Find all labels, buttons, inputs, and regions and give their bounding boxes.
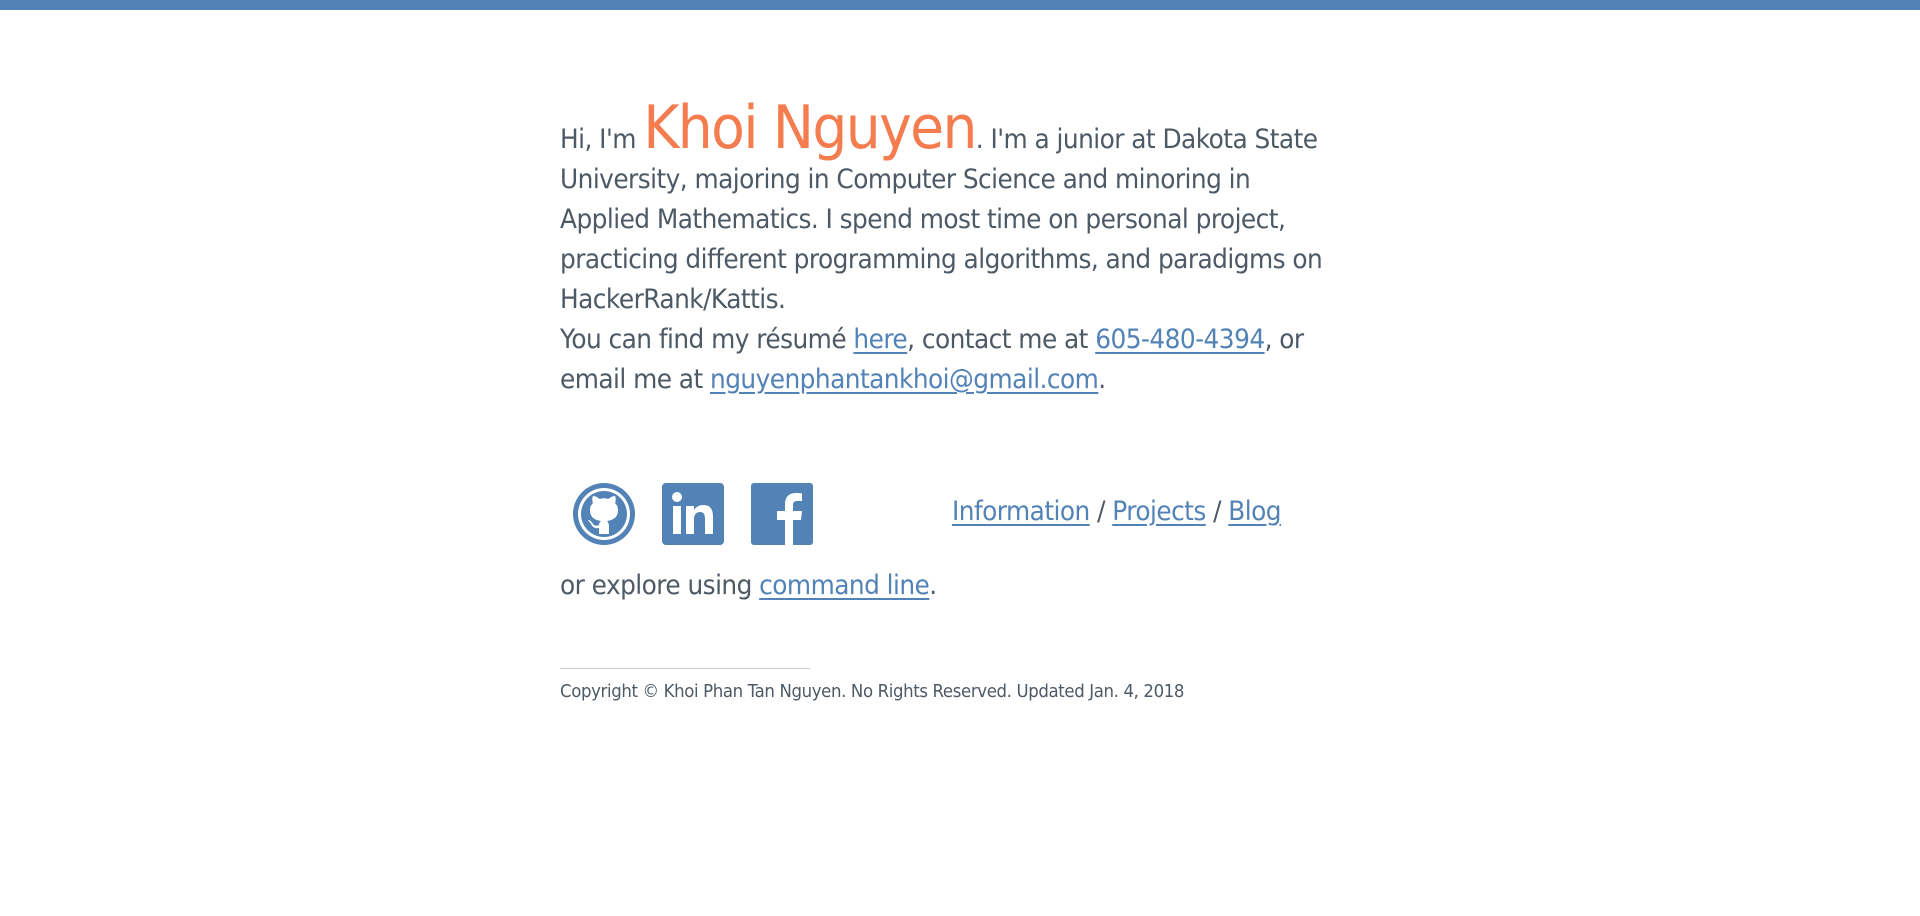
footer-divider (560, 668, 810, 669)
resume-link[interactable]: here (853, 324, 907, 355)
author-name: Khoi Nguyen (643, 93, 977, 163)
section-nav: Information / Projects / Blog (952, 492, 1282, 532)
explore-prefix-text: or explore using (560, 570, 760, 601)
resume-prefix-text: You can find my résumé (560, 324, 854, 355)
explore-end-punct: . (929, 570, 937, 601)
explore-line: or explore using command line. (560, 566, 937, 606)
phone-link[interactable]: 605-480-4394 (1095, 324, 1265, 355)
intro-end-punct: . (1098, 364, 1106, 395)
linkedin-icon (662, 483, 724, 545)
greeting-text: Hi, I'm (560, 124, 644, 155)
top-accent-bar (0, 0, 1920, 10)
github-link[interactable] (572, 482, 636, 546)
facebook-link[interactable] (750, 482, 814, 546)
nav-information-link[interactable]: Information (952, 496, 1090, 527)
linkedin-link[interactable] (661, 482, 725, 546)
intro-paragraph: Hi, I'm Khoi Nguyen. I'm a junior at Dak… (560, 98, 1340, 400)
nav-separator: / (1205, 496, 1229, 527)
contact-prefix-text: , contact me at (907, 324, 1096, 355)
facebook-icon (751, 483, 813, 545)
nav-blog-link[interactable]: Blog (1228, 496, 1281, 527)
social-links (572, 482, 814, 546)
github-icon (573, 483, 635, 545)
copyright-footer: Copyright © Khoi Phan Tan Nguyen. No Rig… (560, 681, 1185, 702)
nav-projects-link[interactable]: Projects (1112, 496, 1206, 527)
main-content: Hi, I'm Khoi Nguyen. I'm a junior at Dak… (560, 98, 1340, 702)
email-link[interactable]: nguyenphantankhoi@gmail.com (710, 364, 1099, 395)
nav-separator: / (1089, 496, 1113, 527)
command-line-link[interactable]: command line (759, 570, 930, 601)
social-nav-row: Information / Projects / Blog (560, 482, 1340, 548)
